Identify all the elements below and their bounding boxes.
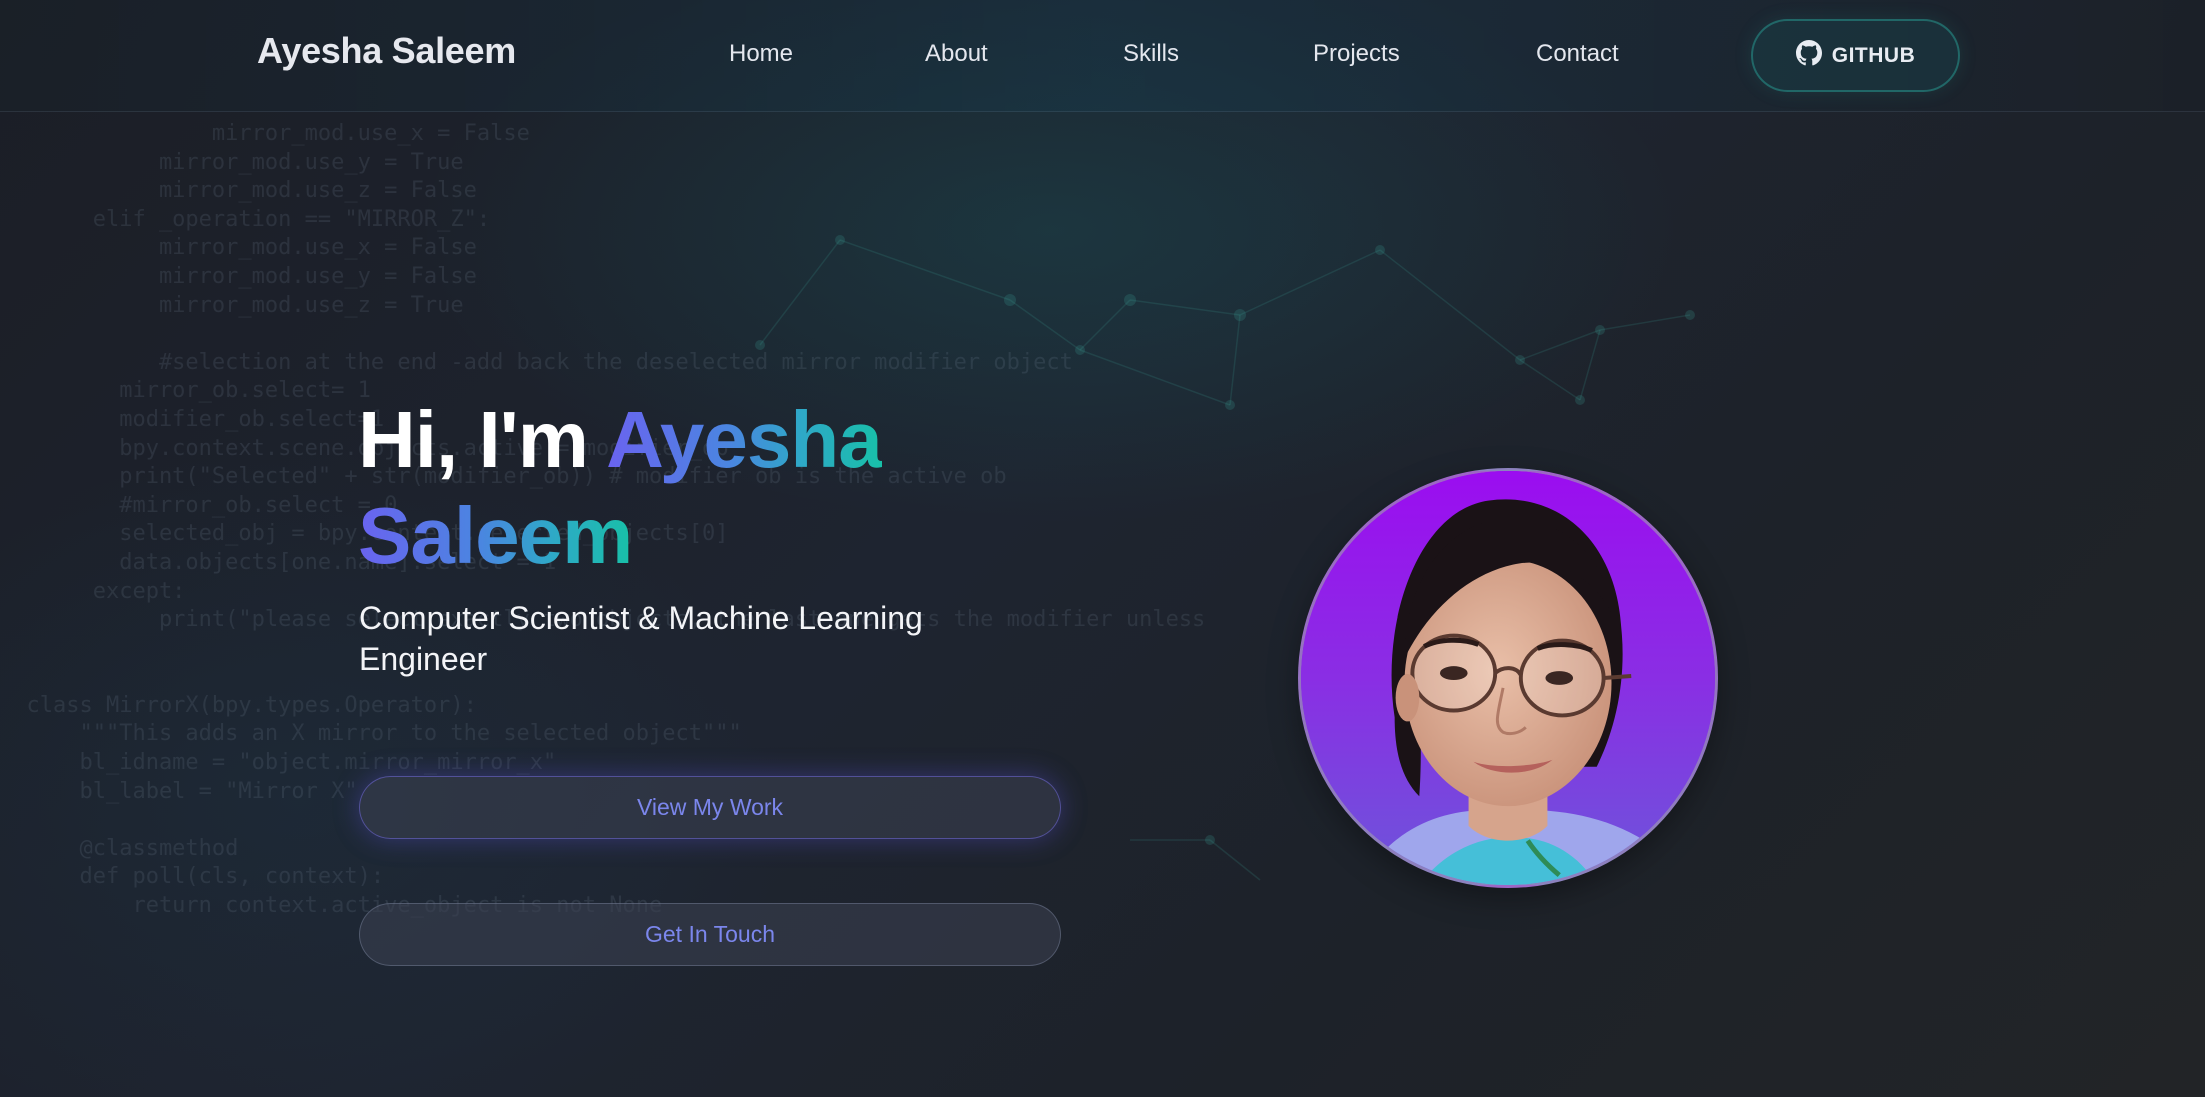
site-brand[interactable]: Ayesha Saleem [257, 30, 516, 72]
hero-subtitle: Computer Scientist & Machine Learning En… [359, 600, 923, 677]
nav-skills[interactable]: Skills [1123, 40, 1179, 68]
nav-about[interactable]: About [925, 40, 988, 68]
nav-contact[interactable]: Contact [1536, 40, 1619, 68]
hero-name-last: Saleem [358, 491, 633, 580]
hero-name-first: Ayesha [606, 395, 883, 484]
view-my-work-button[interactable]: View My Work [359, 776, 1061, 839]
hero-title: Hi, I'm Ayesha Saleem [358, 392, 1258, 584]
portfolio-page: mirror_mod.use_x = False mirror_mod.use_… [0, 0, 2205, 1097]
nav-projects[interactable]: Projects [1313, 40, 1400, 68]
profile-photo [1298, 468, 1718, 888]
github-label: GITHUB [1831, 43, 1916, 67]
github-button[interactable]: GITHUB [1751, 19, 1960, 92]
github-icon [1795, 39, 1822, 72]
profile-portrait [1301, 471, 1715, 885]
hero-greeting: Hi, I'm [358, 395, 589, 484]
get-in-touch-button[interactable]: Get In Touch [359, 903, 1061, 966]
site-header: Ayesha Saleem Home About Skills Projects… [0, 0, 2205, 112]
nav-home[interactable]: Home [729, 40, 793, 68]
